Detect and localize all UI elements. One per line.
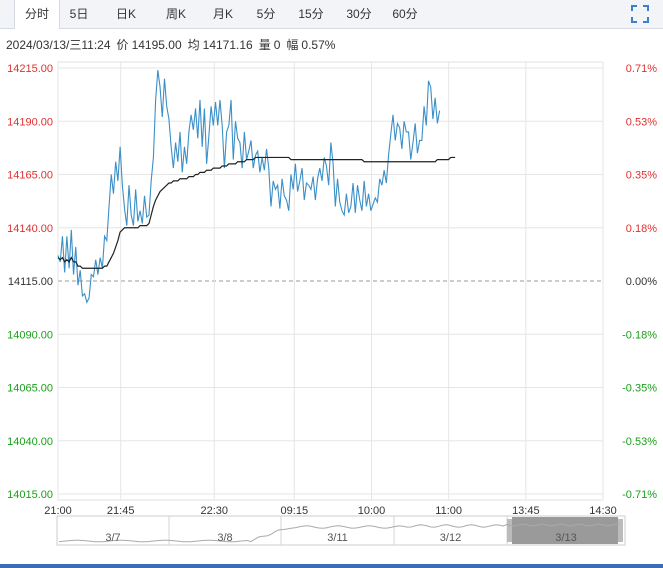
x-tick-label: 11:00 (435, 505, 462, 517)
price-series-line (57, 70, 441, 304)
navigator-date-label: 3/7 (105, 532, 120, 544)
pct-tick-label: 0.18% (626, 223, 657, 235)
pct-tick-label: -0.71% (622, 489, 657, 501)
y-tick-label: 14190.00 (7, 116, 53, 128)
x-tick-label: 13:45 (512, 505, 540, 517)
y-tick-label: 14065.00 (7, 383, 53, 395)
x-tick-label: 09:15 (281, 505, 309, 517)
x-tick-label: 21:45 (107, 505, 135, 517)
pct-tick-label: 0.71% (626, 63, 657, 75)
pct-tick-label: 0.35% (626, 170, 657, 182)
y-tick-label: 14165.00 (7, 170, 53, 182)
bottom-border (0, 564, 663, 568)
navigator-date-label: 3/12 (440, 532, 461, 544)
pct-tick-label: -0.18% (622, 329, 657, 341)
x-tick-label: 14:30 (589, 505, 617, 517)
y-tick-label: 14140.00 (7, 223, 53, 235)
navigator-handle-right[interactable] (618, 519, 623, 542)
x-tick-label: 10:00 (358, 505, 386, 517)
y-tick-label: 14090.00 (7, 329, 53, 341)
navigator-handle-left[interactable] (507, 519, 512, 542)
intraday-chart[interactable]: 14215.00 0.71% 14190.00 0.53% 14165.00 0.35% 1… (0, 0, 663, 564)
x-tick-label: 21:00 (44, 505, 72, 517)
y-tick-label: 14215.00 (7, 63, 53, 75)
pct-tick-label: 0.00% (626, 276, 657, 288)
y-tick-label: 14015.00 (7, 489, 53, 501)
y-tick-label: 14115.00 (8, 276, 53, 288)
navigator-date-label: 3/13 (555, 532, 576, 544)
pct-tick-label: -0.53% (622, 436, 657, 448)
pct-tick-label: 0.53% (626, 116, 657, 128)
y-tick-label: 14040.00 (7, 436, 53, 448)
navigator-date-label: 3/11 (327, 532, 348, 544)
pct-tick-label: -0.35% (622, 383, 657, 395)
navigator-date-label: 3/8 (217, 532, 232, 544)
x-tick-label: 22:30 (200, 505, 228, 517)
